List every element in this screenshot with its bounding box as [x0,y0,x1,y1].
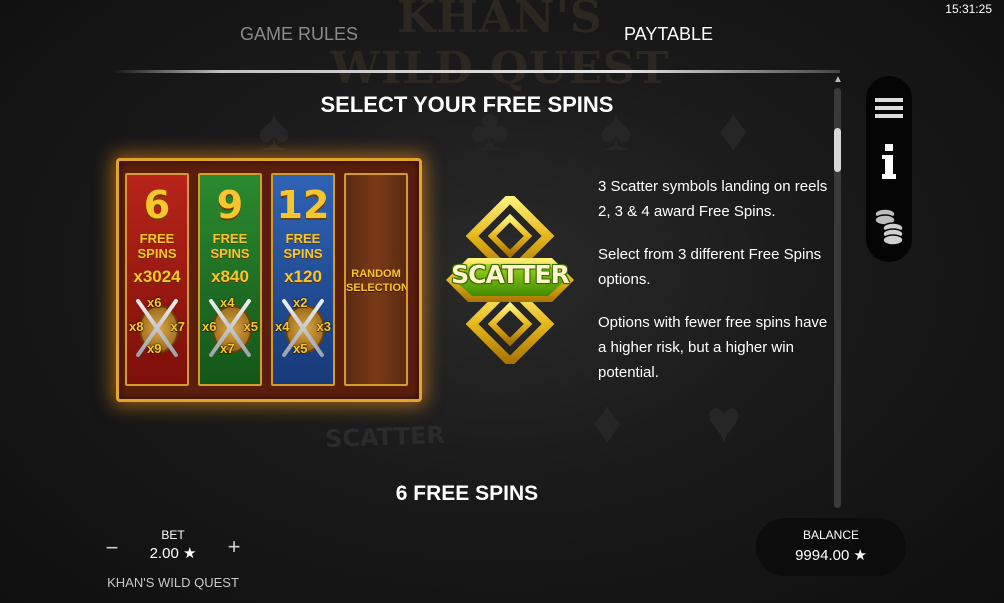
info-button[interactable] [866,136,912,188]
balance-label: BALANCE [802,528,860,542]
spins-count: 6 [143,183,171,227]
multiplier-value: x7 [220,341,235,356]
balance-panel: BALANCE 9994.00 ★ [756,518,906,576]
tab-game-rules[interactable]: GAME RULES [240,24,358,45]
increase-bet-button[interactable]: + [224,536,244,559]
crossed-swords-icon: x6 x8 x7 x9 [129,293,185,367]
active-tab-indicator [112,70,840,73]
random-selection-option: RANDOM SELECTION [344,173,408,386]
multiplier-value: x5 [243,319,258,334]
coins-icon [874,208,904,246]
selected-free-spins: 6 FREE SPINS [395,482,539,505]
random-selection-label: RANDOM SELECTION [346,268,408,294]
scatter-symbol: SCATTER [444,191,576,369]
description-paragraph: Select from 3 different Free Spins optio… [598,246,822,288]
multiplier-value: x6 [147,295,162,310]
multiplier-value: x8 [129,319,144,334]
max-multiplier: x3024 [133,267,181,286]
multiplier-value: x4 [275,319,290,334]
menu-button[interactable] [866,82,912,134]
multiplier-value: x5 [293,341,308,356]
info-icon [882,144,896,179]
free-spins-label: FREE SPINS [283,231,323,261]
free-spins-label: FREE SPINS [210,231,250,261]
scroll-up-arrow-icon[interactable]: ▲ [833,74,843,85]
spins-count: 12 [276,183,330,227]
side-menu [866,76,912,262]
scatter-label: SCATTER [451,260,570,289]
tab-paytable[interactable]: PAYTABLE [624,24,713,45]
clock: 15:31:25 [945,2,992,16]
coins-button[interactable] [866,200,912,252]
multiplier-value: x2 [293,295,308,310]
multiplier-value: x7 [170,319,185,334]
bet-label: BET [161,528,185,542]
multiplier-value: x6 [202,319,217,334]
free-spins-option-12: 12 FREE SPINS x120 x2 x4 x3 x5 [271,173,335,386]
section-heading: SELECT YOUR FREE SPINS [320,92,614,117]
bg-scatter-symbol: SCATTER [324,420,446,454]
tab-bar: GAME RULES PAYTABLE [120,16,876,56]
game-name: KHAN'S WILD QUEST [107,575,239,590]
max-multiplier: x840 [211,267,249,286]
bg-spade-icon: ♠ [258,96,290,163]
scrollbar-thumb[interactable] [834,128,841,172]
bet-value: 2.00 ★ [149,545,197,562]
description-paragraph: 3 Scatter symbols landing on reels 2, 3 … [598,178,828,220]
free-spins-label: FREE SPINS [137,231,177,261]
crossed-swords-icon: x4 x6 x5 x7 [202,293,258,367]
scrollbar[interactable] [834,88,841,508]
menu-icon [875,98,903,118]
description-paragraph: Options with fewer free spins have a hig… [598,314,828,381]
multiplier-value: x3 [316,319,331,334]
max-multiplier: x120 [284,267,322,286]
free-spins-option-6: 6 FREE SPINS x3024 x6 x8 x7 x9 [125,173,189,386]
free-spins-selection-board: 6 FREE SPINS x3024 x6 x8 x7 x9 9 FREE SPIN… [116,158,422,402]
spins-count: 9 [216,183,244,227]
free-spins-option-9: 9 FREE SPINS x840 x4 x6 x5 x7 [198,173,262,386]
bg-diamond-icon: ♦ [718,96,749,163]
paytable-description: 3 Scatter symbols landing on reels 2, 3 … [598,174,828,403]
balance-value: 9994.00 ★ [795,547,867,564]
decrease-bet-button[interactable]: − [102,537,122,560]
multiplier-value: x4 [220,295,235,310]
crossed-swords-icon: x2 x4 x3 x5 [275,293,331,367]
multiplier-value: x9 [147,341,162,356]
